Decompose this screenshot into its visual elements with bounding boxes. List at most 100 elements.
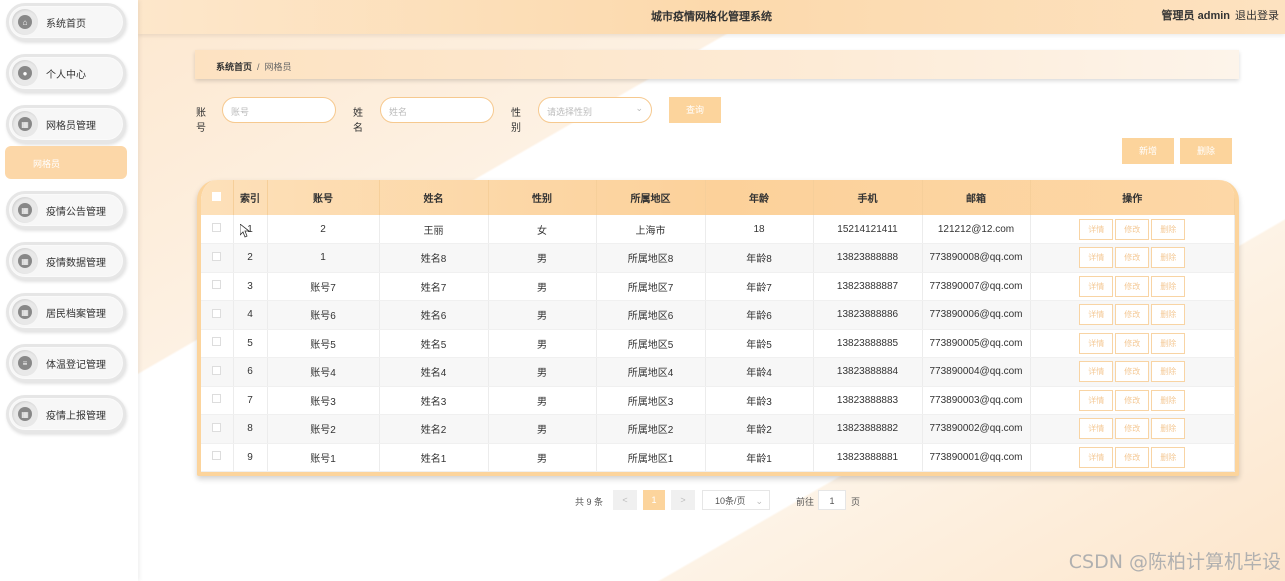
table-cell: 773890005@qq.com bbox=[922, 329, 1031, 358]
sidebar-item-profile[interactable]: ● 个人中心 bbox=[6, 54, 126, 92]
row-checkbox[interactable] bbox=[212, 451, 222, 461]
sidebar-item-home[interactable]: ⌂ 系统首页 bbox=[6, 3, 126, 41]
row-checkbox[interactable] bbox=[212, 394, 222, 404]
row-delete-button[interactable]: 删除 bbox=[1151, 389, 1186, 411]
account-label: 账号 bbox=[196, 108, 206, 134]
query-button[interactable]: 查询 bbox=[669, 97, 721, 123]
page-size-select[interactable]: 10条/页 ⌄ bbox=[702, 490, 770, 510]
table-cell: 男 bbox=[488, 272, 597, 301]
table-row: 9 账号1 姓名1 男所属地区1 年龄1 13823888881 773890001@qq.… bbox=[201, 443, 1235, 472]
submenu-gridworker[interactable]: 网格员 bbox=[5, 146, 127, 179]
table-cell: 773890006@qq.com bbox=[922, 300, 1031, 330]
detail-button[interactable]: 详情 bbox=[1079, 275, 1114, 297]
row-checkbox-cell[interactable] bbox=[201, 215, 234, 244]
table-cell: 年龄4 bbox=[705, 357, 814, 387]
sidebar-item-report[interactable]: ▦ 疫情上报管理 bbox=[6, 395, 126, 433]
sidebar-item-resident[interactable]: ▦ 居民档案管理 bbox=[6, 293, 126, 331]
detail-button[interactable]: 详情 bbox=[1079, 389, 1114, 411]
edit-button[interactable]: 修改 bbox=[1115, 247, 1150, 269]
sidebar-item-label: 网格员管理 bbox=[46, 120, 96, 132]
table-cell: 2 bbox=[267, 215, 380, 244]
detail-button[interactable]: 详情 bbox=[1079, 218, 1114, 240]
row-checkbox-cell[interactable] bbox=[201, 300, 234, 330]
row-checkbox-cell[interactable] bbox=[201, 414, 234, 444]
name-input[interactable]: 姓名 bbox=[380, 97, 494, 123]
page-number-button[interactable]: 1 bbox=[643, 490, 665, 510]
table-cell: 王丽 bbox=[379, 215, 489, 244]
table-cell: 上海市 bbox=[596, 215, 706, 244]
row-checkbox-cell[interactable] bbox=[201, 443, 234, 472]
table-cell: 1 bbox=[267, 243, 380, 273]
row-delete-button[interactable]: 删除 bbox=[1151, 275, 1186, 297]
sidebar-item-gridworker[interactable]: ▦ 网格员管理 bbox=[6, 105, 126, 143]
edit-button[interactable]: 修改 bbox=[1115, 304, 1150, 326]
page-size-value: 10条/页 bbox=[715, 496, 746, 506]
delete-button[interactable]: 删除 bbox=[1180, 138, 1232, 164]
detail-button[interactable]: 详情 bbox=[1079, 304, 1114, 326]
detail-button[interactable]: 详情 bbox=[1079, 361, 1114, 383]
edit-button[interactable]: 修改 bbox=[1115, 218, 1150, 240]
table-cell: 773890004@qq.com bbox=[922, 357, 1031, 387]
edit-button[interactable]: 修改 bbox=[1115, 389, 1150, 411]
table-row: 3 账号7 姓名7 男所属地区7 年龄7 13823888887 773890007@qq.… bbox=[201, 272, 1235, 301]
detail-button[interactable]: 详情 bbox=[1079, 418, 1114, 440]
table-cell: 男 bbox=[488, 357, 597, 387]
prev-page-button[interactable]: < bbox=[613, 490, 637, 510]
row-checkbox[interactable] bbox=[212, 337, 222, 347]
grid-icon: ▦ bbox=[12, 299, 38, 325]
pagination-total: 共 9 条 bbox=[575, 497, 604, 507]
row-actions: 详情 修改 删除 bbox=[1030, 272, 1235, 301]
detail-button[interactable]: 详情 bbox=[1079, 247, 1114, 269]
row-actions: 详情 修改 删除 bbox=[1030, 329, 1235, 358]
table-row: 5 账号5 姓名5 男所属地区5 年龄5 13823888885 773890005@qq.… bbox=[201, 329, 1235, 358]
account-input[interactable]: 账号 bbox=[222, 97, 336, 123]
row-checkbox[interactable] bbox=[212, 280, 222, 290]
row-delete-button[interactable]: 删除 bbox=[1151, 218, 1186, 240]
row-checkbox-cell[interactable] bbox=[201, 357, 234, 387]
table-cell: 18 bbox=[705, 215, 814, 244]
table-cell: 4 bbox=[233, 300, 268, 330]
sidebar-item-data[interactable]: ▦ 疫情数据管理 bbox=[6, 242, 126, 280]
goto-page-input[interactable]: 1 bbox=[818, 490, 846, 510]
detail-button[interactable]: 详情 bbox=[1079, 332, 1114, 354]
row-delete-button[interactable]: 删除 bbox=[1151, 361, 1186, 383]
table-cell: 773890008@qq.com bbox=[922, 243, 1031, 273]
logout-link[interactable]: 退出登录 bbox=[1235, 7, 1279, 23]
row-delete-button[interactable]: 删除 bbox=[1151, 247, 1186, 269]
row-delete-button[interactable]: 删除 bbox=[1151, 332, 1186, 354]
edit-button[interactable]: 修改 bbox=[1115, 418, 1150, 440]
sidebar-item-notice[interactable]: ▦ 疫情公告管理 bbox=[6, 191, 126, 229]
add-button[interactable]: 新增 bbox=[1122, 138, 1174, 164]
edit-button[interactable]: 修改 bbox=[1115, 446, 1150, 468]
next-page-button[interactable]: > bbox=[671, 490, 695, 510]
column-header: 操作 bbox=[1030, 180, 1235, 215]
row-delete-button[interactable]: 删除 bbox=[1151, 446, 1186, 468]
select-all-checkbox[interactable] bbox=[212, 191, 222, 201]
row-checkbox[interactable] bbox=[212, 223, 222, 232]
edit-button[interactable]: 修改 bbox=[1115, 361, 1150, 383]
breadcrumb-home[interactable]: 系统首页 bbox=[216, 62, 252, 72]
current-user: 管理员 admin bbox=[1161, 10, 1230, 22]
edit-button[interactable]: 修改 bbox=[1115, 275, 1150, 297]
table-cell: 年龄7 bbox=[705, 272, 814, 301]
detail-button[interactable]: 详情 bbox=[1079, 446, 1114, 468]
table-cell: 773890007@qq.com bbox=[922, 272, 1031, 301]
row-checkbox[interactable] bbox=[212, 422, 222, 432]
row-delete-button[interactable]: 删除 bbox=[1151, 418, 1186, 440]
chevron-down-icon: ⌄ bbox=[755, 496, 763, 506]
row-delete-button[interactable]: 删除 bbox=[1151, 304, 1186, 326]
row-checkbox[interactable] bbox=[212, 365, 222, 375]
gender-select[interactable]: 请选择性别 ⌄ bbox=[538, 97, 652, 123]
table-cell: 账号2 bbox=[267, 414, 380, 444]
row-checkbox-cell[interactable] bbox=[201, 329, 234, 358]
row-checkbox-cell[interactable] bbox=[201, 272, 234, 301]
row-checkbox-cell[interactable] bbox=[201, 243, 234, 273]
select-all-checkbox-cell[interactable] bbox=[201, 180, 234, 215]
column-header: 手机 bbox=[813, 180, 923, 215]
table-cell: 13823888882 bbox=[813, 414, 923, 444]
row-checkbox-cell[interactable] bbox=[201, 386, 234, 415]
row-checkbox[interactable] bbox=[212, 308, 222, 318]
sidebar-item-temperature[interactable]: ≡ 体温登记管理 bbox=[6, 344, 126, 382]
row-checkbox[interactable] bbox=[212, 251, 222, 261]
edit-button[interactable]: 修改 bbox=[1115, 332, 1150, 354]
